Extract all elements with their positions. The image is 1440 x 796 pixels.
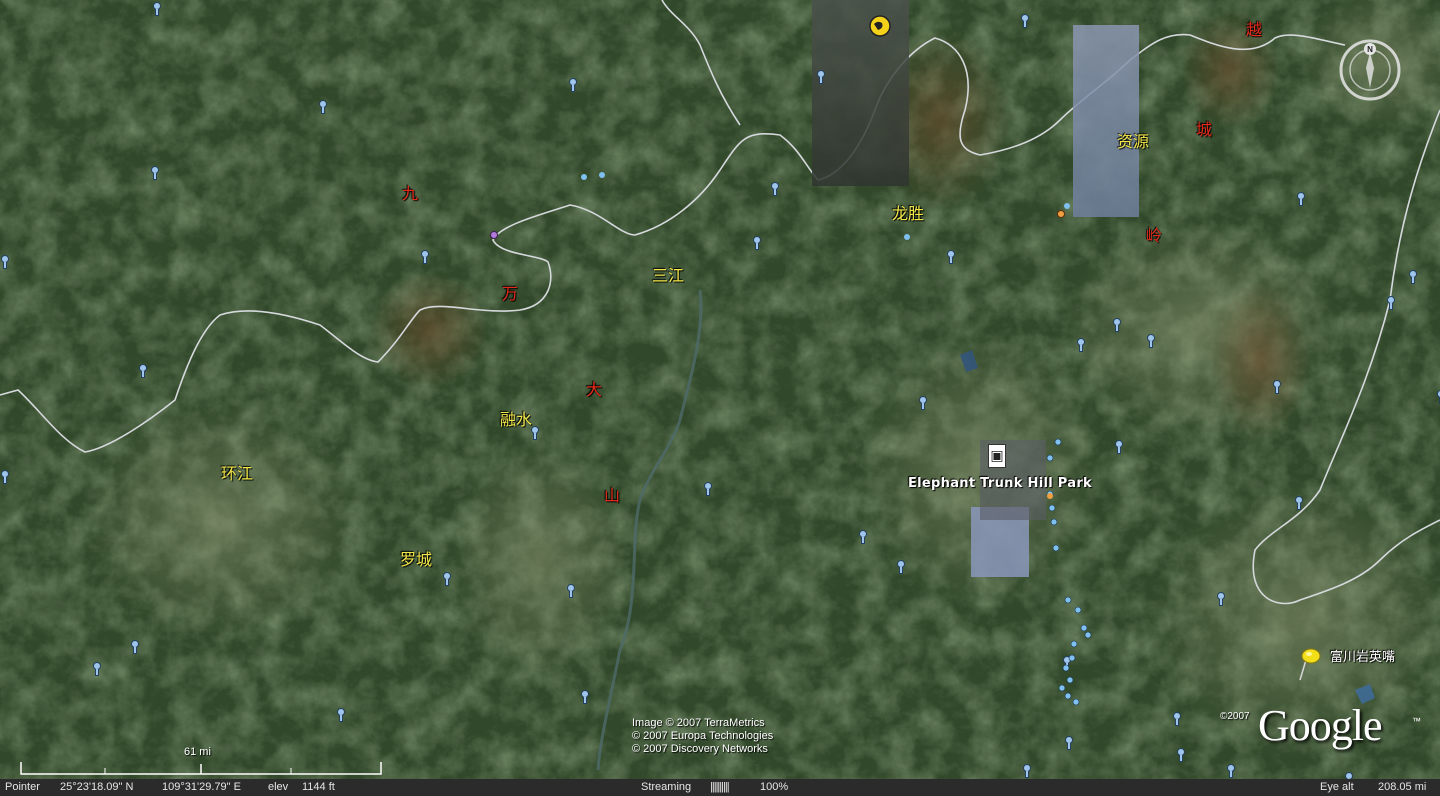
globe-icon[interactable]	[868, 14, 892, 38]
scale-label: 61 mi	[184, 746, 211, 758]
place-pin-icon[interactable]	[336, 708, 345, 722]
imagery-tile	[1073, 25, 1139, 217]
place-pin-icon[interactable]	[816, 70, 825, 84]
eye-alt-label: Eye alt	[1320, 781, 1354, 793]
attribution-line: © 2007 Discovery Networks	[632, 743, 768, 755]
place-pin-icon[interactable]	[1176, 748, 1185, 762]
google-copyright: ©2007	[1220, 711, 1250, 722]
place-pin-icon[interactable]	[420, 250, 429, 264]
place-pin-icon[interactable]	[858, 530, 867, 544]
label-longsheng[interactable]: 龙胜	[892, 200, 924, 224]
google-logo: Google	[1258, 701, 1383, 750]
label-wan: 万	[502, 284, 519, 303]
label-luocheng[interactable]: 罗城	[400, 546, 432, 570]
label-huanjiang[interactable]: 环江	[221, 460, 253, 484]
place-pin-icon[interactable]	[770, 182, 779, 196]
label-cheng: 城	[1196, 120, 1213, 139]
satellite-terrain[interactable]	[0, 0, 1440, 796]
label-yue: 越	[1246, 20, 1263, 39]
place-pin-icon[interactable]	[580, 690, 589, 704]
place-pin-icon[interactable]	[1272, 380, 1281, 394]
orange-marker-icon	[1057, 203, 1070, 218]
streaming-percent: 100%	[760, 781, 789, 793]
place-pin-icon[interactable]	[1436, 390, 1440, 404]
place-pin-icon[interactable]	[918, 396, 927, 410]
compass-north-label: N	[1367, 45, 1373, 54]
status-bar: Pointer 25°23'18.09" N 109°31'29.79" E e…	[0, 779, 1440, 796]
place-pin-icon[interactable]	[1216, 592, 1225, 606]
place-pin-icon[interactable]	[1386, 296, 1395, 310]
place-pin-icon[interactable]	[752, 236, 761, 250]
purple-marker-icon	[490, 231, 498, 239]
label-da: 大	[586, 380, 603, 399]
place-pin-icon[interactable]	[530, 426, 539, 440]
imagery-tile	[812, 0, 909, 186]
place-pin-icon[interactable]	[1020, 14, 1029, 28]
streaming-progress: ||||||||||	[710, 781, 730, 793]
attribution-line: © 2007 Europa Technologies	[632, 730, 774, 742]
place-pin-icon[interactable]	[138, 364, 147, 378]
place-pin-icon[interactable]	[1022, 764, 1031, 778]
label-sanjiang[interactable]: 三江	[652, 262, 684, 286]
map-view[interactable]: 三江 龙胜 资源 融水 环江 罗城 九 万 大 山 越 城 岭 ▣ Elepha…	[0, 0, 1440, 796]
elevation-value: 1144 ft	[302, 781, 335, 793]
place-pin-icon[interactable]	[318, 100, 327, 114]
place-pin-icon[interactable]	[703, 482, 712, 496]
eye-alt-value: 208.05 mi	[1378, 781, 1427, 793]
label-ling: 岭	[1146, 226, 1163, 245]
place-pin-icon[interactable]	[1408, 270, 1417, 284]
pointer-label: Pointer	[5, 781, 40, 793]
streaming-label: Streaming	[641, 781, 692, 793]
label-jiu: 九	[402, 184, 419, 203]
label-fuchuan[interactable]: 富川岩英嘴	[1330, 646, 1395, 665]
place-pin-icon[interactable]	[1064, 736, 1073, 750]
label-rongshui[interactable]: 融水	[500, 406, 532, 430]
place-pin-icon[interactable]	[1146, 334, 1155, 348]
place-pin-icon[interactable]	[896, 560, 905, 574]
pointer-longitude: 109°31'29.79" E	[162, 781, 241, 793]
photo-dot-cluster	[1046, 438, 1092, 706]
trademark-mark: ™	[1412, 716, 1421, 726]
imagery-attribution: Image © 2007 TerraMetrics © 2007 Europa …	[632, 717, 773, 756]
place-pin-icon[interactable]	[568, 78, 577, 92]
place-pin-icon[interactable]	[92, 662, 101, 676]
place-pin-icon[interactable]	[1172, 712, 1181, 726]
photo-marker-icon[interactable]: ▣	[988, 444, 1006, 468]
place-pin-icon[interactable]	[152, 2, 161, 16]
place-pin-icon[interactable]	[566, 584, 575, 598]
place-pin-icon[interactable]	[1076, 338, 1085, 352]
photo-dot-cluster	[581, 172, 605, 180]
label-ziyuan[interactable]: 资源	[1117, 128, 1149, 152]
place-pin-icon[interactable]	[442, 572, 451, 586]
place-pin-icon[interactable]	[150, 166, 159, 180]
place-pin-icon[interactable]	[1112, 318, 1121, 332]
label-shan: 山	[604, 486, 621, 505]
place-pin-icon[interactable]	[946, 250, 955, 264]
place-pin-icon[interactable]	[1296, 192, 1305, 206]
place-pin-icon[interactable]	[0, 470, 9, 484]
place-pin-icon[interactable]	[1114, 440, 1123, 454]
place-pin-icon[interactable]	[1226, 764, 1235, 778]
pointer-latitude: 25°23'18.09" N	[60, 781, 134, 793]
compass-icon[interactable]: N	[1338, 38, 1402, 102]
photo-dot	[904, 234, 910, 240]
elevation-label: elev	[268, 781, 289, 793]
place-pin-icon[interactable]	[1294, 496, 1303, 510]
yellow-pushpin-icon[interactable]	[1298, 646, 1324, 682]
attribution-line: Image © 2007 TerraMetrics	[632, 717, 765, 729]
place-pin-icon[interactable]	[0, 255, 9, 269]
place-pin-icon[interactable]	[130, 640, 139, 654]
